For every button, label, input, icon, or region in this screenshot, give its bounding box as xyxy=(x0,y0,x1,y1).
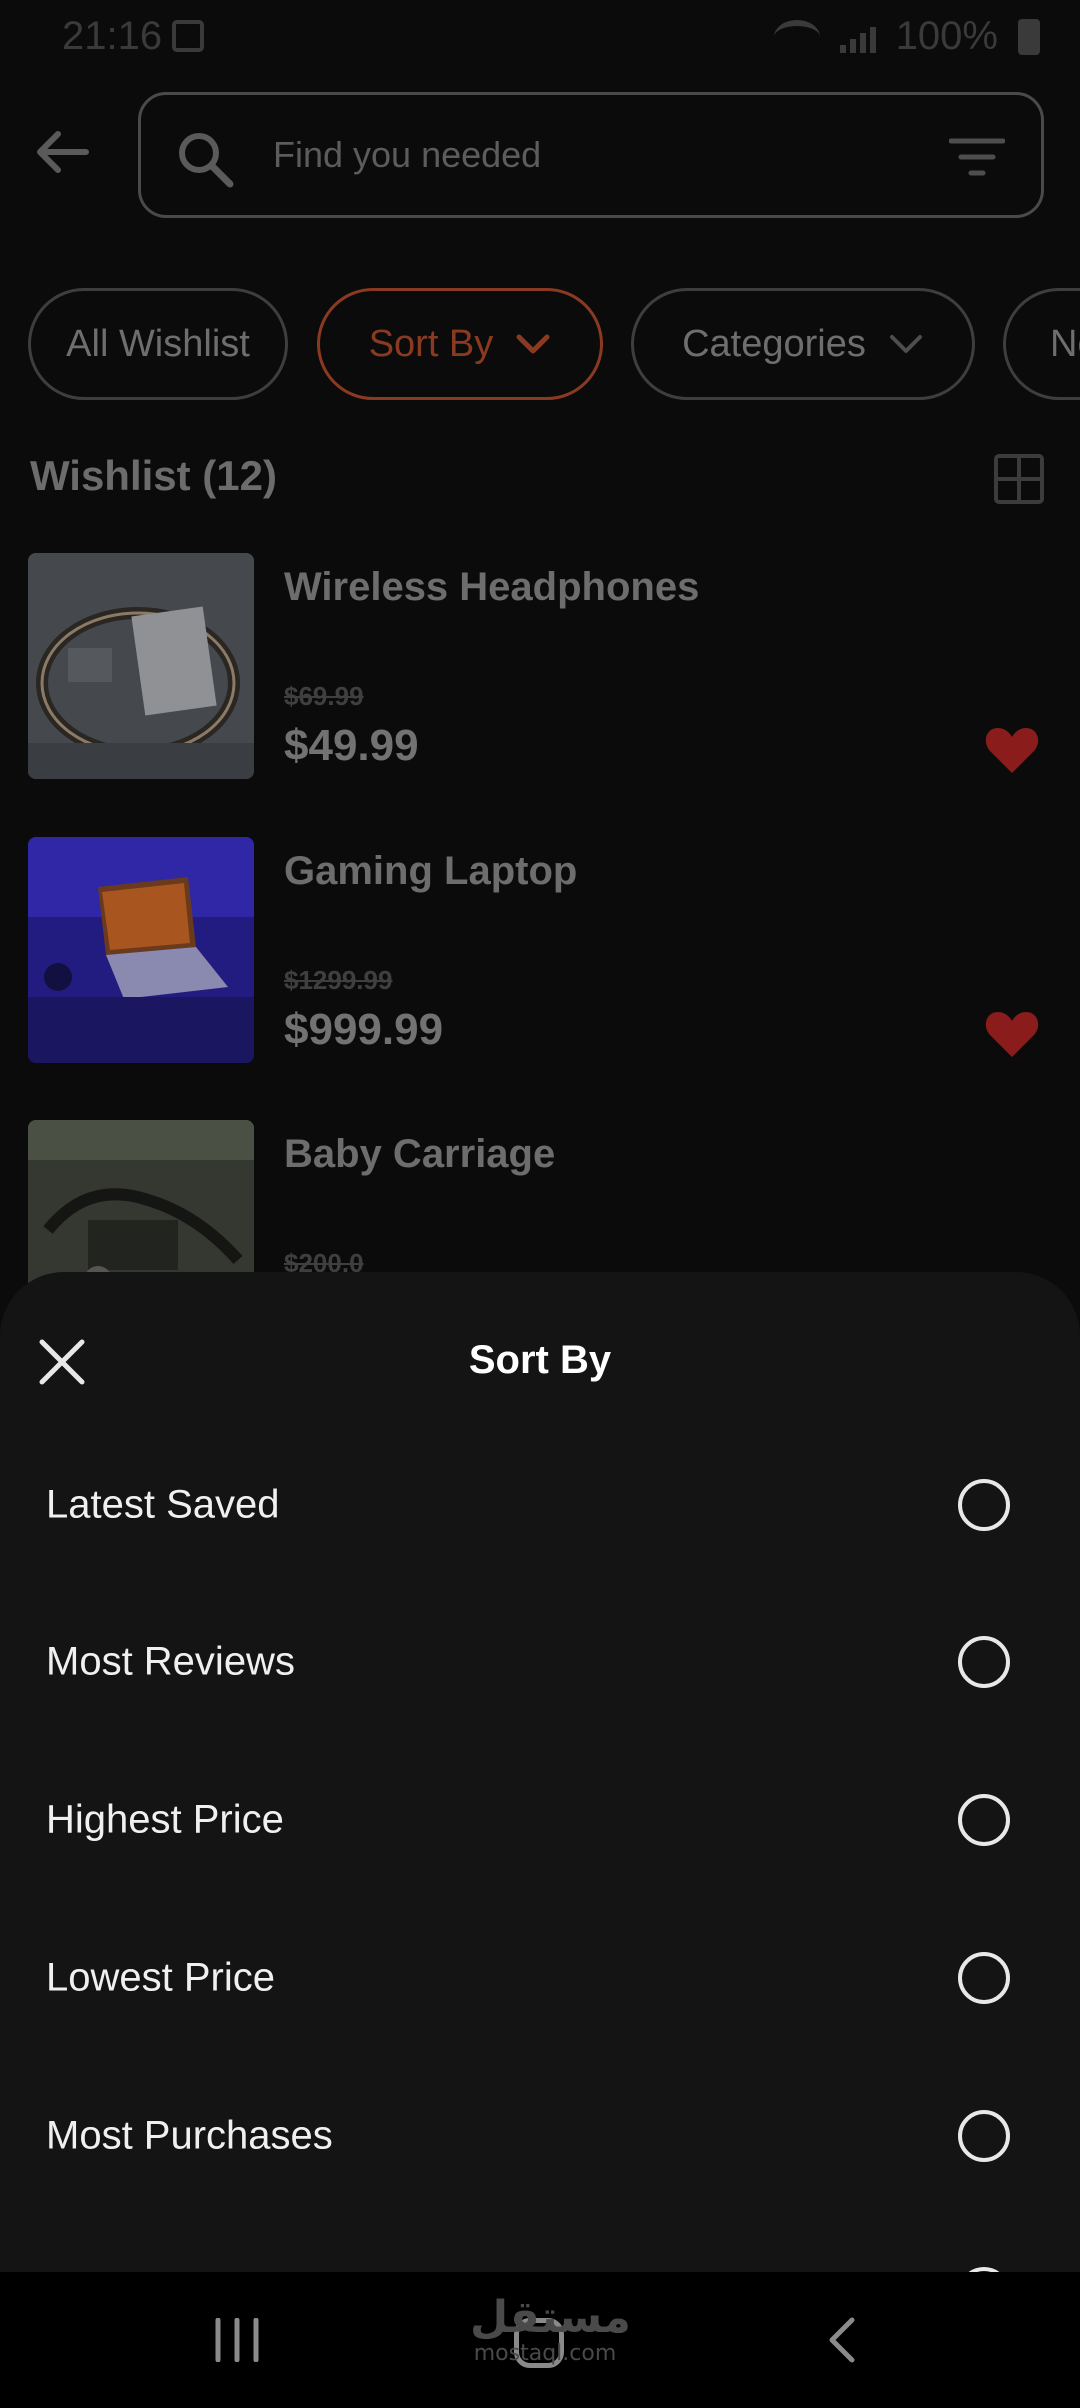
chip-new[interactable]: Ne xyxy=(1003,288,1080,400)
sort-option-lowest-price[interactable]: Lowest Price xyxy=(0,1899,1080,2057)
product-image xyxy=(28,837,254,1063)
chip-categories[interactable]: Categories xyxy=(631,288,975,400)
wifi-icon xyxy=(773,19,820,54)
grid-view-icon[interactable] xyxy=(994,454,1044,504)
chip-sort-by[interactable]: Sort By xyxy=(317,288,603,400)
option-label: Most Purchases xyxy=(46,2113,333,2158)
chevron-down-icon xyxy=(889,335,922,353)
nav-back-icon[interactable] xyxy=(826,2316,856,2364)
search-input[interactable] xyxy=(273,125,853,185)
sort-option-most-purchases[interactable]: Most Purchases xyxy=(0,2057,1080,2215)
wishlist-item[interactable]: Gaming Laptop $1299.99 $999.99 xyxy=(28,837,1052,1065)
search-icon xyxy=(179,133,234,188)
radio-button[interactable] xyxy=(958,2110,1010,2162)
search-bar[interactable] xyxy=(138,92,1044,218)
option-label: Lowest Price xyxy=(46,1955,275,2000)
headphones-photo xyxy=(28,553,254,779)
status-time: 21:16 xyxy=(62,14,163,58)
sheet-title: Sort By xyxy=(468,1338,612,1382)
chip-label: Ne xyxy=(1050,322,1080,365)
chip-label: Categories xyxy=(682,322,866,365)
laptop-photo xyxy=(28,837,254,1063)
sort-by-sheet: Sort By Latest Saved Most Reviews Highes… xyxy=(0,1272,1080,2272)
wishlist-title: Wishlist (12) xyxy=(30,452,277,499)
option-label: Latest Saved xyxy=(46,1482,280,1527)
watermark-arabic: مستقل xyxy=(470,2292,631,2343)
product-old-price: $69.99 xyxy=(284,681,364,711)
chip-label: All Wishlist xyxy=(66,322,250,365)
product-name: Baby Carriage xyxy=(284,1132,556,1176)
radio-button[interactable] xyxy=(958,1479,1010,1531)
gallery-notification-icon xyxy=(172,20,204,52)
product-image xyxy=(28,553,254,779)
heart-filled-icon[interactable] xyxy=(984,1009,1040,1059)
option-label: Most Reviews xyxy=(46,1639,295,1684)
battery-percent: 100% xyxy=(895,14,998,58)
radio-button[interactable] xyxy=(958,1636,1010,1688)
sort-option-highest-price[interactable]: Highest Price xyxy=(0,1741,1080,1899)
recent-apps-icon[interactable] xyxy=(214,2318,260,2362)
product-old-price: $1299.99 xyxy=(284,965,393,995)
product-name: Wireless Headphones xyxy=(284,565,700,609)
watermark-latin: mostaql.com xyxy=(473,2341,617,2366)
status-icons: 100% xyxy=(773,14,1040,59)
radio-button[interactable] xyxy=(958,1794,1010,1846)
product-price: $49.99 xyxy=(284,721,419,770)
signal-icon xyxy=(839,21,876,53)
system-nav-bar: مستقل mostaql.com xyxy=(0,2272,1080,2408)
battery-icon xyxy=(1018,18,1040,55)
sort-option-latest-saved[interactable]: Latest Saved xyxy=(0,1426,1080,1584)
product-name: Gaming Laptop xyxy=(284,849,578,893)
chip-label: Sort By xyxy=(368,322,494,365)
sort-option-next[interactable] xyxy=(0,2214,1080,2272)
radio-button[interactable] xyxy=(958,1952,1010,2004)
filter-chips: All Wishlist Sort By Categories Ne xyxy=(28,288,1080,402)
chevron-down-icon xyxy=(516,334,550,354)
filter-icon[interactable] xyxy=(949,135,1005,179)
wishlist-item[interactable]: Wireless Headphones $69.99 $49.99 xyxy=(28,553,1052,781)
product-price: $999.99 xyxy=(284,1005,444,1054)
heart-filled-icon[interactable] xyxy=(984,725,1040,775)
option-label: Highest Price xyxy=(46,1797,284,1842)
chip-all-wishlist[interactable]: All Wishlist xyxy=(28,288,288,400)
sort-option-most-reviews[interactable]: Most Reviews xyxy=(0,1583,1080,1741)
watermark: مستقل mostaql.com xyxy=(470,2292,631,2366)
back-arrow-icon[interactable] xyxy=(30,120,94,184)
status-bar: 21:16 100% xyxy=(0,0,1080,72)
